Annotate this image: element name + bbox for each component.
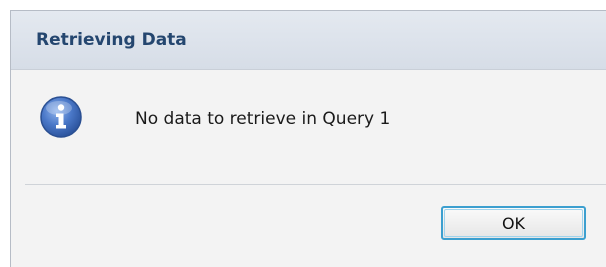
ok-button[interactable]: OK (441, 206, 586, 240)
dialog-message: No data to retrieve in Query 1 (135, 109, 391, 129)
dialog-title-bar[interactable]: Retrieving Data (11, 11, 606, 70)
ok-button-label: OK (444, 209, 583, 237)
dialog-title: Retrieving Data (36, 30, 187, 50)
dialog-divider (25, 184, 606, 185)
info-icon (39, 95, 83, 139)
retrieving-data-dialog: Retrieving Data No data to retrieve in Q… (10, 10, 606, 267)
